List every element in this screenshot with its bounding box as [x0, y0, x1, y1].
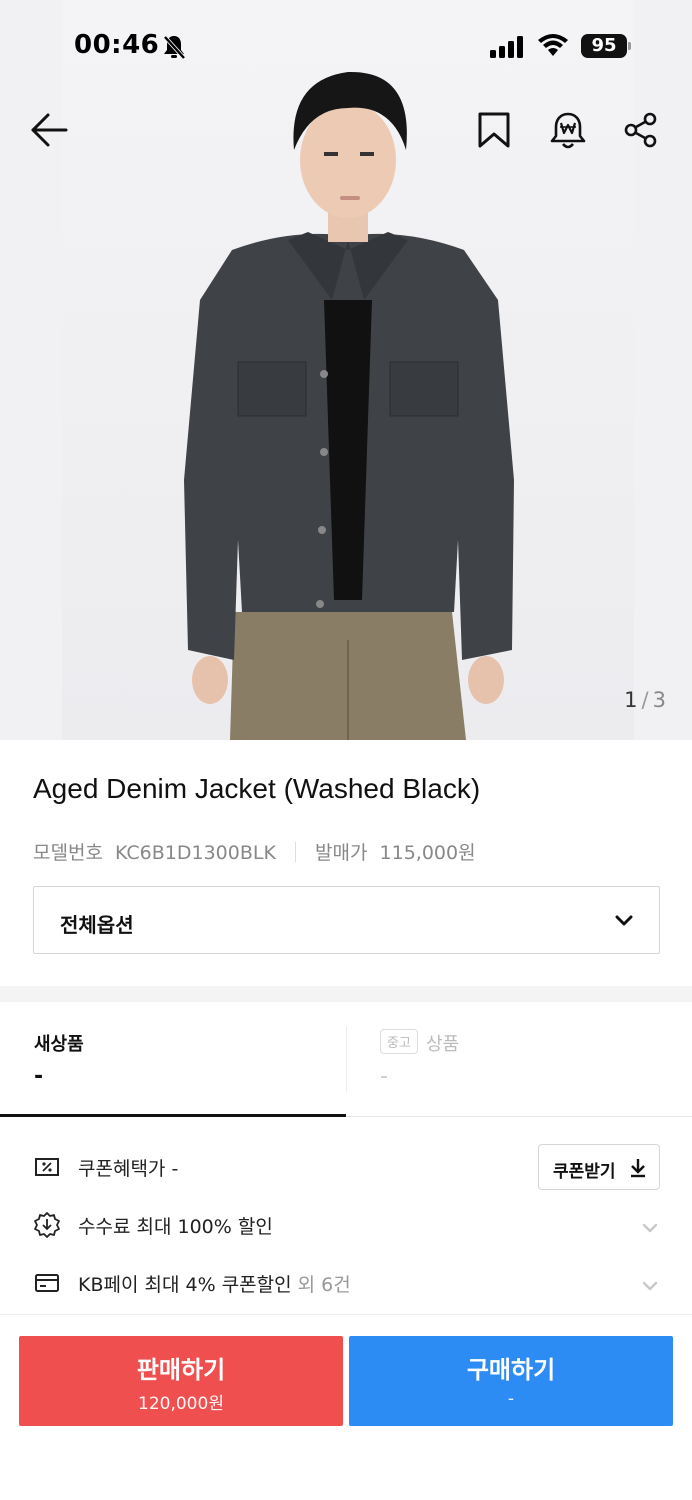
card-icon: [34, 1270, 60, 1300]
get-coupon-label: 쿠폰받기: [553, 1162, 616, 1182]
product-meta: 모델번호 KC6B1D1300BLK 발매가 115,000원: [33, 838, 476, 865]
model-number-value: KC6B1D1300BLK: [114, 842, 276, 864]
sell-button-label: 판매하기: [136, 1356, 226, 1384]
tab-new-product[interactable]: 새상품 -: [0, 1002, 346, 1118]
coupon-icon: [34, 1154, 60, 1184]
sell-button[interactable]: 판매하기 120,000원: [19, 1336, 343, 1426]
share-icon[interactable]: [624, 112, 658, 152]
release-price-label: 발매가: [315, 842, 368, 864]
tab-used-product-label: 상품: [426, 1034, 460, 1055]
product-image-gallery[interactable]: 1/3: [0, 0, 692, 740]
release-price-value: 115,000원: [379, 842, 476, 864]
status-time: 00:46: [74, 30, 160, 60]
tab-new-product-label: 새상품: [34, 1034, 84, 1055]
download-icon: [629, 1158, 647, 1182]
tab-used-product-price: -: [380, 1064, 388, 1089]
option-selector-label: 전체옵션: [60, 913, 134, 937]
active-tab-indicator: [0, 1114, 346, 1117]
sell-button-price: 120,000원: [138, 1394, 224, 1414]
model-number-label: 모델번호: [33, 842, 103, 864]
wifi-icon: [537, 34, 569, 62]
price-alert-icon[interactable]: [550, 110, 586, 154]
cellular-signal-icon: [490, 36, 526, 62]
chevron-down-icon: [615, 912, 633, 931]
kbpay-coupon-label: KB페이 최대 4% 쿠폰할인 외 6건: [78, 1270, 351, 1297]
buy-button-price: -: [507, 1389, 515, 1409]
kbpay-coupon-main: KB페이 최대 4% 쿠폰할인: [78, 1274, 292, 1296]
section-divider: [0, 986, 692, 1002]
status-bar: 00:46 95: [0, 0, 692, 92]
tab-vertical-divider: [346, 1026, 347, 1092]
buy-button[interactable]: 구매하기 -: [349, 1336, 673, 1426]
bookmark-icon[interactable]: [477, 112, 511, 152]
fee-discount-icon: [34, 1212, 60, 1242]
chevron-down-icon: [642, 1276, 658, 1295]
model-wearing-jacket-illustration: [184, 71, 514, 740]
chevron-down-icon: [642, 1218, 658, 1237]
kbpay-coupon-more: 외 6건: [291, 1274, 351, 1296]
fee-discount-label: 수수료 최대 100% 할인: [78, 1216, 273, 1238]
used-chip: 중고: [380, 1029, 418, 1054]
back-arrow-icon[interactable]: [30, 112, 68, 152]
product-title: Aged Denim Jacket (Washed Black): [33, 773, 481, 804]
tab-used-product[interactable]: 중고 상품 -: [346, 1002, 692, 1118]
image-index-separator: /: [641, 688, 649, 712]
fee-discount-row[interactable]: 수수료 최대 100% 할인: [0, 1200, 692, 1250]
image-total-count: 3: [652, 688, 666, 712]
battery-terminal: [628, 42, 631, 50]
tab-new-product-price: -: [34, 1064, 44, 1089]
silent-mode-icon: [162, 34, 186, 64]
bottom-bar-border: [0, 1314, 692, 1315]
product-photo: [62, 0, 634, 740]
get-coupon-button[interactable]: 쿠폰받기: [538, 1144, 660, 1190]
meta-divider: [294, 842, 296, 862]
kbpay-coupon-row[interactable]: KB페이 최대 4% 쿠폰할인 외 6건: [0, 1258, 692, 1308]
image-current-index: 1: [624, 688, 638, 712]
coupon-price-label: 쿠폰혜택가 -: [78, 1158, 179, 1180]
option-selector[interactable]: 전체옵션: [33, 886, 660, 954]
buy-button-label: 구매하기: [466, 1356, 556, 1384]
battery-level: 95: [581, 34, 627, 58]
image-page-indicator: 1/3: [624, 688, 666, 712]
